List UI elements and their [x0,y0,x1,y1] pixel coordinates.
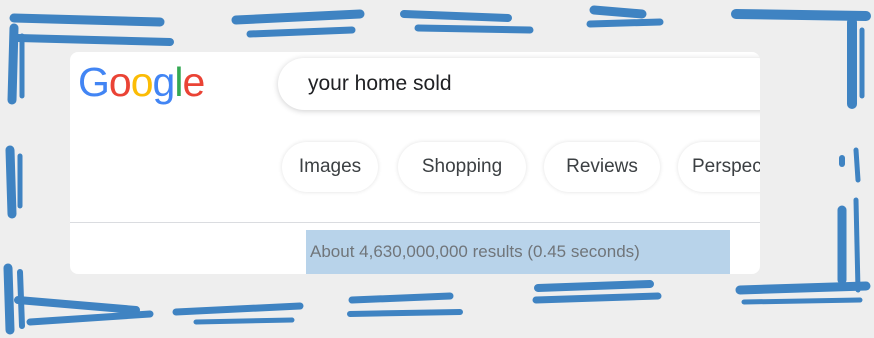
result-stats-highlight: About 4,630,000,000 results (0.45 second… [306,230,730,274]
filter-tabs: Images Shopping Reviews Perspec [282,142,760,194]
logo-letter: o [108,59,132,105]
google-logo[interactable]: Google [78,59,205,105]
tab-images[interactable]: Images [282,142,378,192]
header-divider [70,222,760,223]
search-results-card: Google your home sold Images Shopping Re… [70,52,760,274]
tab-reviews[interactable]: Reviews [544,142,660,192]
logo-letter: o [130,59,154,105]
tab-shopping[interactable]: Shopping [398,142,526,192]
logo-letter: g [152,59,176,105]
logo-letter: l [174,59,183,105]
logo-letter: G [78,59,110,105]
logo-letter: e [182,59,205,105]
tab-perspectives[interactable]: Perspec [678,142,760,192]
result-stats: About 4,630,000,000 results (0.45 second… [310,242,640,261]
search-input[interactable]: your home sold [278,58,760,110]
search-query-text[interactable]: your home sold [308,72,452,96]
